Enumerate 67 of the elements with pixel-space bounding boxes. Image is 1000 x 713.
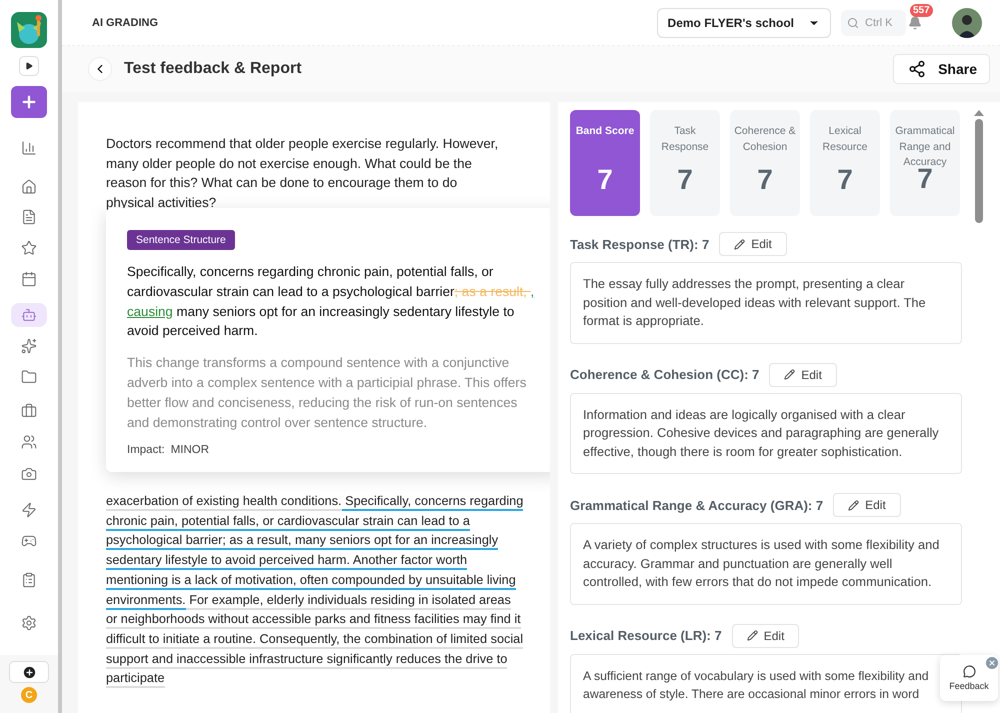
add-button[interactable] bbox=[11, 86, 47, 118]
section-label: AI GRADING bbox=[92, 16, 159, 28]
play-button[interactable] bbox=[19, 56, 39, 76]
school-dropdown[interactable]: Demo FLYER's school bbox=[656, 8, 831, 38]
score-card[interactable]: Task Response 7 bbox=[650, 110, 720, 216]
document-icon bbox=[21, 209, 37, 225]
user-avatar[interactable] bbox=[952, 8, 982, 38]
criterion-feedback: The essay fully addresses the prompt, presenting a clear position and well-developed ideas with relevant support. The format is appropriate. bbox=[570, 262, 962, 344]
criterion-heading: Grammatical Range & Accuracy (GRA): 7 bbox=[570, 498, 824, 512]
score-card[interactable]: Grammatical Range and Accuracy 7 bbox=[890, 110, 960, 216]
add-circle-button[interactable] bbox=[9, 661, 49, 683]
feedback-button[interactable]: Feedback bbox=[940, 655, 998, 701]
impact-value: MINOR bbox=[170, 444, 210, 456]
edit-button[interactable]: Edit bbox=[769, 362, 837, 386]
sidebar-item[interactable] bbox=[11, 303, 47, 327]
suggested-sentence: Specifically, concerns regarding chronic pain, potential falls, or cardiovascular strain can lead to a psychological barrier; as a result, , causing many seniors opt for an increasingly sedentary lifestyle to avoid perceived harm. bbox=[127, 263, 536, 340]
pencil-icon bbox=[784, 369, 796, 380]
back-button[interactable] bbox=[88, 57, 112, 81]
plus-icon bbox=[20, 93, 38, 111]
pencil-icon bbox=[848, 500, 860, 510]
clipboard-icon bbox=[21, 572, 37, 588]
chat-icon bbox=[962, 665, 976, 678]
score-card[interactable]: Lexical Resource 7 bbox=[810, 110, 880, 216]
camera-icon bbox=[21, 466, 37, 482]
impact-label: Impact: bbox=[127, 444, 165, 456]
scrollbar-thumb[interactable] bbox=[975, 119, 983, 223]
criterion-feedback: Information and ideas are logically organised with a clear progression. Cohesive devices and paragraphing are generally effective, though there is room for greater sophistication. bbox=[570, 392, 962, 474]
category-tag: Sentence Structure bbox=[127, 230, 235, 250]
settings-icon bbox=[21, 615, 37, 631]
users-icon bbox=[21, 434, 37, 450]
essay-prompt: Doctors recommend that older people exercise regularly. However, many older people do not exercise enough. What could be the reason for this? What can be done to encourage them to do physical activities? bbox=[106, 135, 500, 212]
pencil-icon bbox=[734, 238, 746, 250]
score-card[interactable]: Coherence & Cohesion 7 bbox=[730, 110, 800, 216]
lightning-icon bbox=[21, 502, 37, 518]
coin-badge: C bbox=[21, 687, 37, 703]
home-icon bbox=[21, 179, 37, 195]
plus-circle-icon bbox=[22, 664, 36, 680]
app-logo[interactable] bbox=[11, 12, 47, 48]
edit-button[interactable]: Edit bbox=[719, 232, 787, 256]
share-button[interactable]: Share bbox=[893, 54, 990, 84]
star-icon bbox=[21, 240, 37, 256]
explanation-text: This change transforms a compound sentence with a conjunctive adverb into a complex sentence with a participial phrase. This offers better flow and conciseness, reducing the risk of run-on sentences and demonstrating control over sentence structure. bbox=[127, 354, 528, 432]
bell-icon[interactable] bbox=[908, 16, 922, 30]
scroll-up-icon[interactable] bbox=[974, 110, 984, 116]
criterion-feedback: A variety of complex structures is used with some flexibility and accuracy. Grammar and punctuation are generally well controlled, with few errors that do not impede communication. bbox=[570, 523, 962, 604]
robot-icon bbox=[21, 307, 37, 323]
notification-badge: 557 bbox=[910, 4, 933, 16]
edit-button[interactable]: Edit bbox=[732, 624, 800, 648]
folder-icon bbox=[21, 369, 37, 385]
page-title: Test feedback & Report bbox=[124, 60, 303, 78]
briefcase-icon bbox=[21, 403, 37, 419]
search-field[interactable]: Ctrl K bbox=[841, 10, 906, 36]
play-icon bbox=[25, 62, 33, 70]
score-card[interactable]: Band Score 7 bbox=[570, 110, 640, 216]
edit-button[interactable]: Edit bbox=[833, 493, 901, 517]
pencil-icon bbox=[746, 630, 758, 641]
criterion-heading: Coherence & Cohesion (CC): 7 bbox=[570, 367, 760, 382]
calendar-icon bbox=[21, 271, 37, 287]
gamepad-icon bbox=[21, 533, 37, 549]
bar-chart-icon bbox=[21, 140, 37, 156]
criterion-heading: Lexical Resource (LR): 7 bbox=[570, 628, 722, 643]
search-icon bbox=[847, 16, 859, 28]
criterion-heading: Task Response (TR): 7 bbox=[570, 236, 710, 252]
search-input[interactable]: Ctrl K bbox=[863, 16, 895, 30]
close-icon bbox=[988, 659, 996, 667]
sparkles-icon bbox=[21, 338, 37, 354]
share-icon bbox=[908, 60, 926, 78]
